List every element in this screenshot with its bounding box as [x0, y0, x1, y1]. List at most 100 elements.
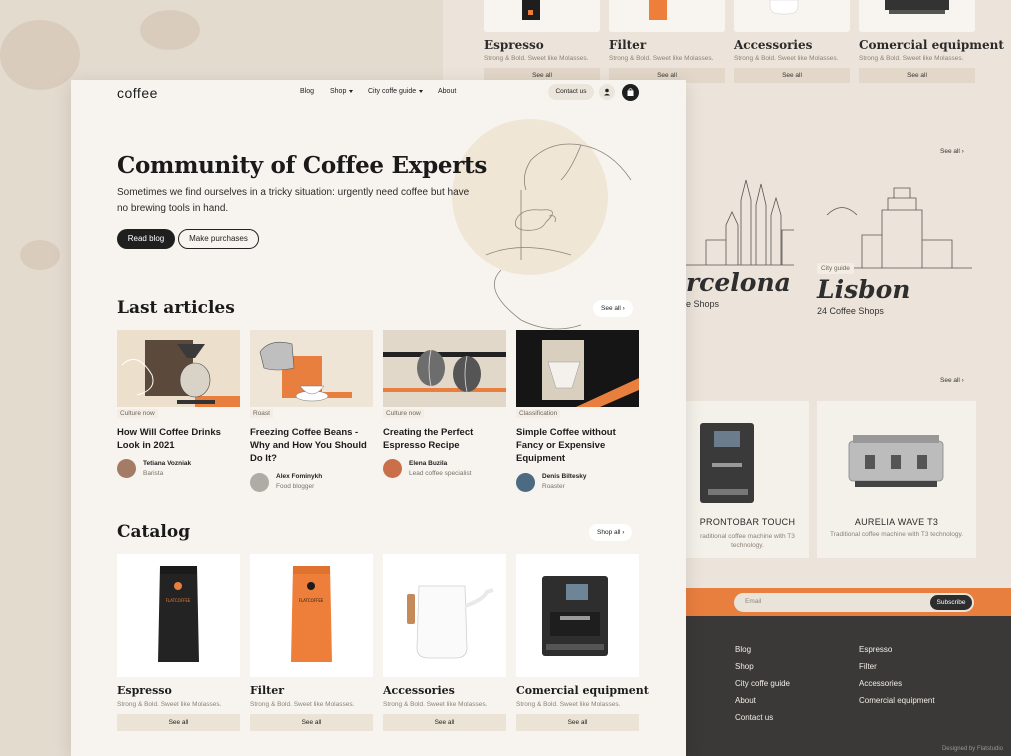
author-avatar — [383, 459, 402, 478]
bag-label: FLATCOFFEE — [299, 598, 324, 603]
product-desc: Strong & Bold. Sweet like Molasses. — [734, 55, 839, 62]
city-title: rcelona — [686, 268, 791, 297]
coffee-stain — [140, 10, 200, 50]
product-image — [383, 554, 506, 677]
back-catalog-item-accessories: Accessories Strong & Bold. Sweet like Mo… — [734, 0, 850, 84]
author-role: Lead coffee specialist — [409, 470, 472, 477]
article-title: Simple Coffee without Fancy or Expensive… — [516, 427, 616, 464]
product-desc: Strong & Bold. Sweet like Molasses. — [609, 55, 714, 62]
footer-link-city-guide[interactable]: City coffe guide — [735, 679, 790, 688]
back-catalog-item-equipment: Comercial equipment Strong & Bold. Sweet… — [859, 0, 1004, 84]
nav-shop[interactable]: Shop — [330, 88, 354, 95]
footer-link-accessories[interactable]: Accessories — [859, 679, 902, 688]
footer-link-shop[interactable]: Shop — [735, 662, 754, 671]
author-name: Denis Biltesky — [542, 473, 587, 480]
read-blog-button[interactable]: Read blog — [117, 229, 175, 249]
machine-card-prontobar[interactable]: PRONTOBAR TOUCH raditional coffee machin… — [686, 401, 809, 558]
subscribe-button[interactable]: Subscribe — [930, 595, 972, 610]
see-all-button[interactable]: See all — [734, 68, 850, 83]
machine-name: PRONTOBAR TOUCH — [699, 517, 796, 527]
nav-about[interactable]: About — [438, 88, 456, 95]
contact-us-button[interactable]: Contact us — [548, 84, 594, 100]
cart-button[interactable] — [622, 84, 639, 101]
hand-cup-illustration — [485, 143, 632, 330]
section-title-catalog: Catalog — [117, 522, 191, 542]
see-all-button[interactable]: See all — [250, 714, 373, 731]
product-desc: Strong & Bold. Sweet like Molasses. — [859, 55, 964, 62]
machine-desc: Traditional coffee machine with T3 techn… — [829, 531, 964, 538]
article-title: How Will Coffee Drinks Look in 2021 — [117, 427, 221, 451]
product-name: Espresso — [117, 684, 172, 697]
author-role: Roaster — [542, 483, 565, 490]
bag-icon — [627, 88, 634, 96]
author-role: Barista — [143, 470, 164, 477]
coffee-stain — [20, 240, 60, 270]
author-avatar — [516, 473, 535, 492]
machine-card-aurelia[interactable]: AURELIA WAVE T3 Traditional coffee machi… — [817, 401, 976, 558]
machine-image — [848, 435, 944, 487]
footer-link-contact[interactable]: Contact us — [735, 713, 773, 722]
section-title-articles: Last articles — [117, 298, 235, 318]
machine-desc: raditional coffee machine with T3 techno… — [700, 533, 795, 549]
chevron-down-icon — [349, 89, 354, 93]
see-all-button[interactable]: See all — [516, 714, 639, 731]
product-image — [734, 0, 850, 32]
hero-title: Community of Coffee Experts — [117, 152, 487, 179]
article-tag: Culture now — [117, 409, 158, 418]
see-all-button[interactable]: See all — [117, 714, 240, 731]
email-placeholder: Email — [745, 598, 762, 605]
nav-blog[interactable]: Blog — [300, 88, 314, 95]
article-title: Creating the Perfect Espresso Recipe — [383, 427, 474, 451]
catalog-shop-all[interactable]: Shop all › — [589, 524, 633, 541]
see-all-button[interactable]: See all — [859, 68, 975, 83]
product-image — [609, 0, 725, 32]
product-name: Espresso — [484, 38, 544, 52]
footer-link-equipment[interactable]: Comercial equipment — [859, 696, 935, 705]
footer-link-filter[interactable]: Filter — [859, 662, 877, 671]
make-purchases-button[interactable]: Make purchases — [178, 229, 259, 249]
footer-link-blog[interactable]: Blog — [735, 645, 751, 654]
product-desc: Strong & Bold. Sweet like Molasses. — [383, 701, 488, 708]
product-desc: Strong & Bold. Sweet like Molasses. — [484, 55, 589, 62]
logo[interactable]: coffee — [117, 85, 158, 101]
article-image — [516, 330, 639, 407]
see-all-button[interactable]: See all — [383, 714, 506, 731]
product-desc: Strong & Bold. Sweet like Molasses. — [516, 701, 621, 708]
author-name: Alex Fominykh — [276, 473, 323, 480]
footer-credit: Designed by Flatstudio — [941, 746, 1003, 752]
bag-label: FLATCOFFEE — [166, 598, 191, 603]
article-image — [117, 330, 240, 407]
chevron-down-icon — [419, 89, 424, 93]
product-desc: Strong & Bold. Sweet like Molasses. — [250, 701, 355, 708]
article-tag: Culture now — [383, 409, 424, 418]
city-card-lisbon[interactable]: City guide Lisbon 24 Coffee Shops — [817, 257, 910, 316]
article-image — [383, 330, 506, 407]
user-button[interactable] — [599, 84, 615, 100]
product-name: Accessories — [383, 684, 455, 697]
user-icon — [604, 88, 610, 96]
footer-link-espresso[interactable]: Espresso — [859, 645, 892, 654]
hero-subtitle: Sometimes we find ourselves in a tricky … — [117, 187, 470, 214]
footer-link-about[interactable]: About — [735, 696, 756, 705]
author-avatar — [117, 459, 136, 478]
articles-see-all[interactable]: See all › — [593, 300, 633, 317]
machines-see-all[interactable]: See all › — [940, 377, 964, 384]
city-tag: City guide — [817, 263, 854, 274]
article-image — [250, 330, 373, 407]
article-tag: Classification — [516, 409, 561, 418]
city-guide-see-all[interactable]: See all › — [940, 148, 964, 155]
product-image: FLATCOFFEE — [117, 554, 240, 677]
machine-name: AURELIA WAVE T3 — [854, 517, 939, 527]
product-image: FLATCOFFEE — [250, 554, 373, 677]
product-desc: Strong & Bold. Sweet like Molasses. — [117, 701, 222, 708]
product-image — [516, 554, 639, 677]
article-title: Freezing Coffee Beans - Why and How You … — [250, 427, 367, 464]
nav-city-guide[interactable]: City coffe guide — [368, 88, 424, 95]
product-image — [859, 0, 975, 32]
product-name: Comercial equipment — [516, 684, 649, 697]
product-name: Comercial equipment — [859, 38, 1004, 52]
author-name: Tetiana Vozniak — [143, 460, 192, 467]
coffee-stain — [0, 20, 80, 90]
back-catalog-item-filter: Filter Strong & Bold. Sweet like Molasse… — [609, 0, 725, 84]
city-card-barcelona[interactable]: rcelona e Shops — [686, 268, 791, 309]
